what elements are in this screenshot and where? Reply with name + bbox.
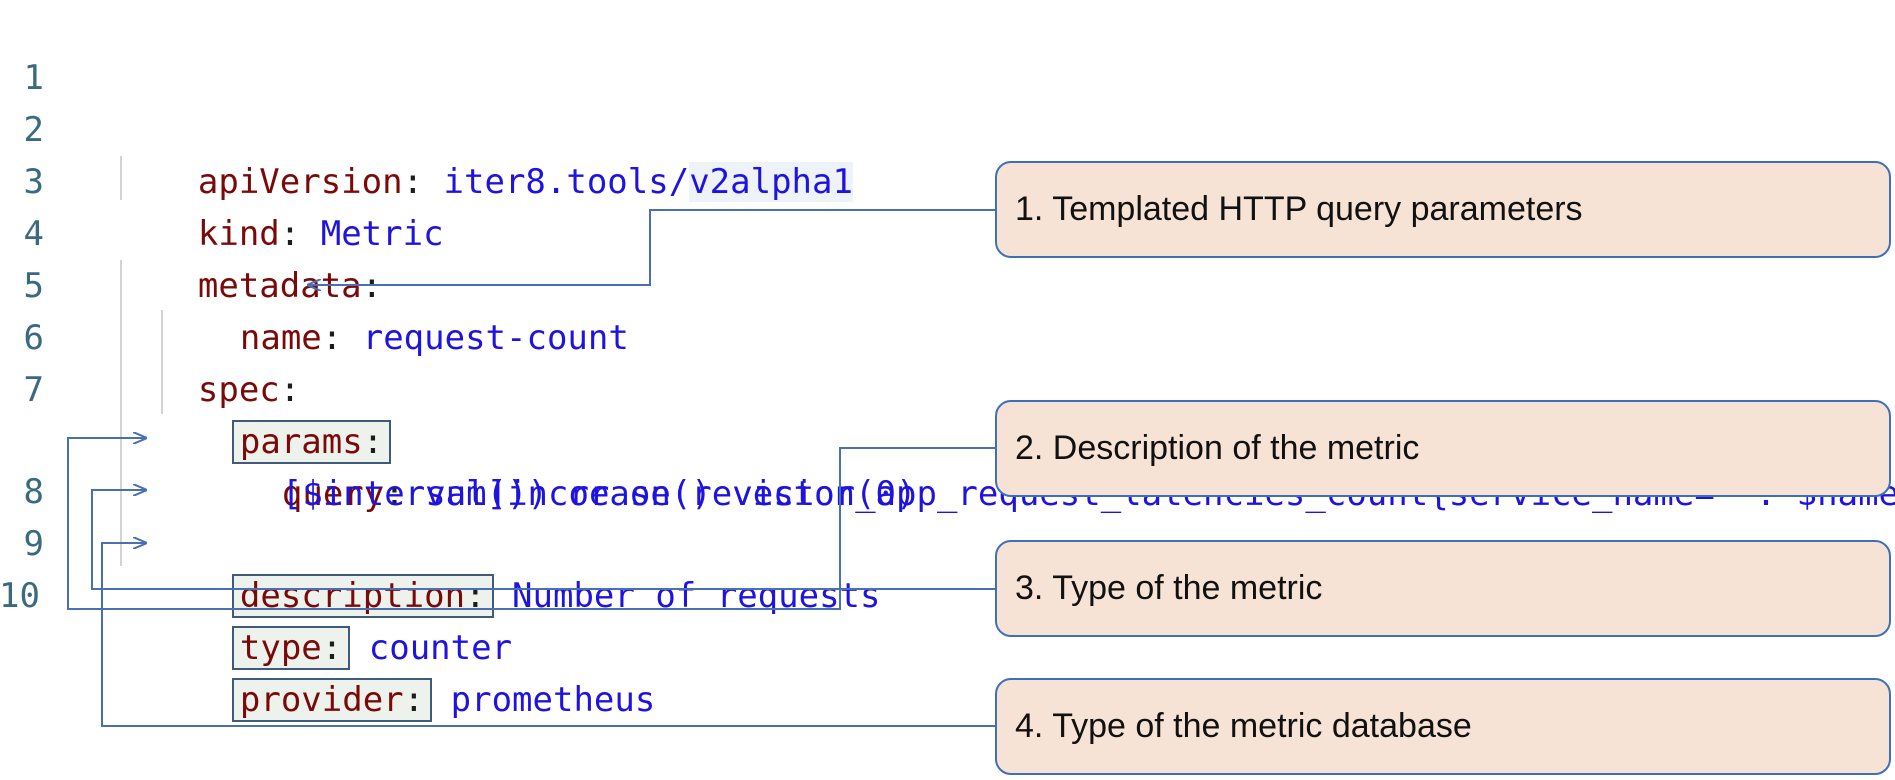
connector-provider — [101, 543, 995, 727]
connector-type — [91, 490, 995, 590]
connector-params — [308, 209, 995, 285]
connector-description — [67, 438, 995, 610]
connector-lines — [67, 209, 995, 727]
